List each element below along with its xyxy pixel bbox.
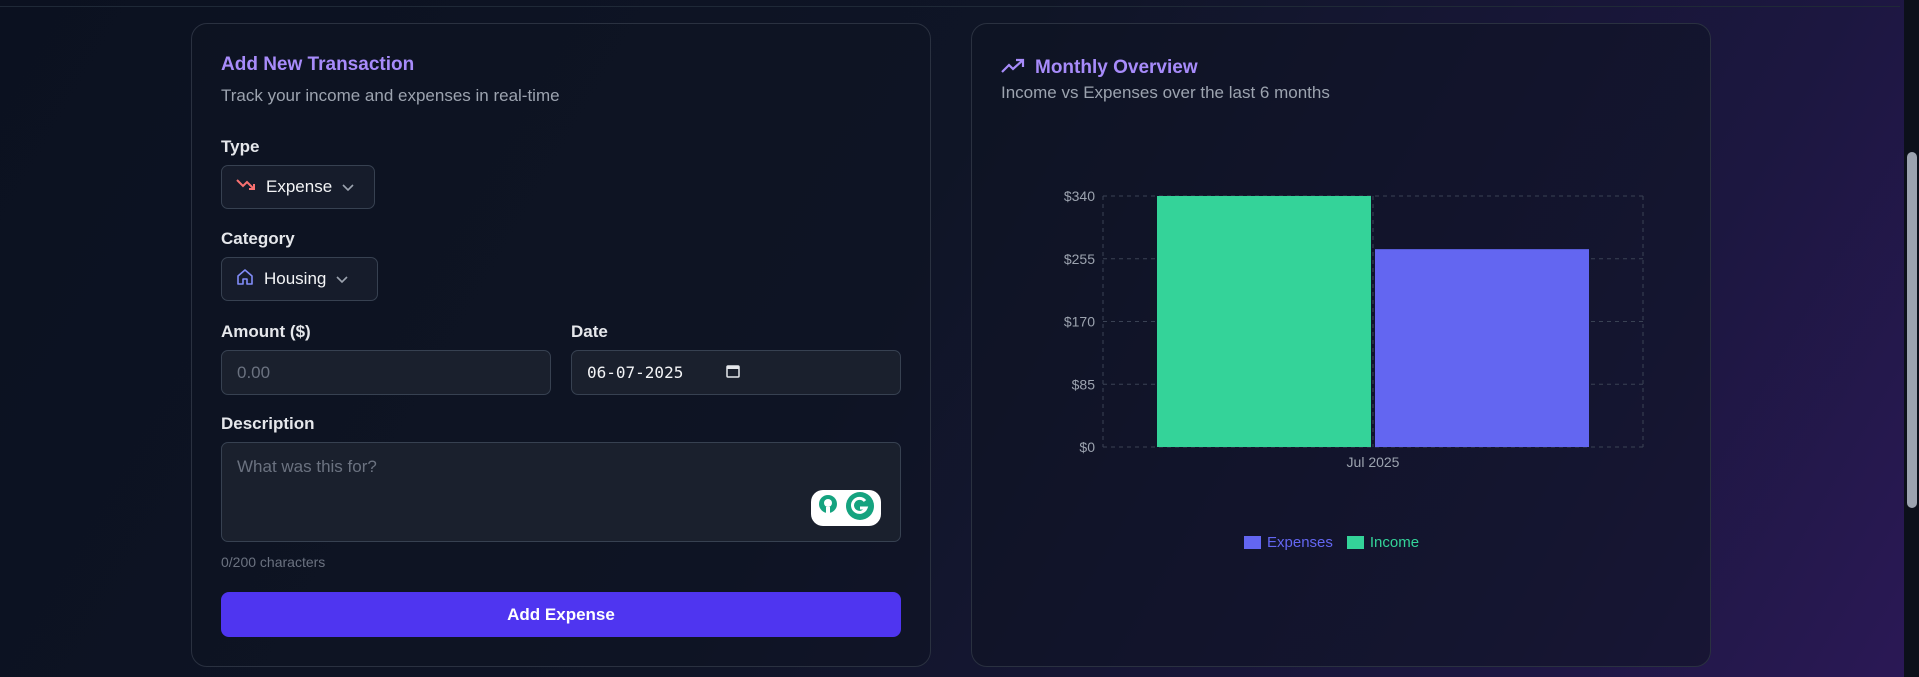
- trending-down-icon: [236, 177, 256, 198]
- category-label: Category: [221, 229, 295, 248]
- type-label: Type: [221, 137, 260, 156]
- card-subtitle: Track your income and expenses in real-t…: [221, 86, 560, 105]
- monthly-overview-card: Monthly Overview Income vs Expenses over…: [971, 23, 1711, 667]
- home-icon: [236, 268, 254, 291]
- category-select[interactable]: Housing: [221, 257, 378, 301]
- card-title: Add New Transaction: [221, 54, 415, 75]
- description-label: Description: [221, 414, 315, 433]
- category-select-value: Housing: [264, 269, 327, 288]
- character-count: 0/200 characters: [221, 554, 326, 570]
- chart-legend: Expenses Income: [1244, 534, 1419, 551]
- date-label: Date: [571, 322, 608, 341]
- type-select[interactable]: Expense: [221, 165, 375, 209]
- grammarly-icon: [845, 491, 875, 526]
- y-tick-label: $170: [1064, 314, 1095, 330]
- calendar-icon[interactable]: [726, 363, 740, 383]
- date-value: 06-07-2025: [587, 363, 684, 382]
- y-tick-label: $85: [1072, 376, 1096, 392]
- bar-expenses: [1375, 249, 1589, 447]
- add-transaction-card: Add New Transaction Track your income an…: [191, 23, 931, 667]
- y-tick-label: $255: [1064, 251, 1095, 267]
- lightbulb-icon: [817, 494, 839, 523]
- amount-label: Amount ($): [221, 322, 311, 341]
- date-input[interactable]: 06-07-2025: [571, 350, 901, 395]
- type-select-value: Expense: [266, 177, 333, 196]
- header-divider: [0, 6, 1900, 7]
- bar-income: [1157, 196, 1371, 447]
- legend-item[interactable]: Income: [1346, 534, 1420, 551]
- amount-input[interactable]: [221, 350, 551, 395]
- x-tick-label: Jul 2025: [1347, 454, 1400, 470]
- bar-chart: $0 $85 $170 $255 $340 Jul 2025: [1064, 188, 1644, 470]
- legend-label: Income: [1369, 534, 1420, 551]
- legend-item[interactable]: Expenses: [1244, 534, 1333, 551]
- scrollbar[interactable]: [1904, 0, 1919, 677]
- legend-swatch: [1244, 536, 1261, 549]
- chevron-down-icon: [336, 269, 348, 289]
- y-tick-label: $340: [1064, 188, 1095, 204]
- add-expense-button[interactable]: Add Expense: [221, 592, 901, 637]
- legend-swatch: [1346, 536, 1364, 549]
- grammarly-widget[interactable]: [811, 490, 881, 526]
- chevron-down-icon: [342, 177, 354, 197]
- y-tick-label: $0: [1079, 439, 1095, 455]
- description-textarea[interactable]: [221, 442, 901, 542]
- legend-label: Expenses: [1267, 534, 1333, 551]
- scrollbar-thumb[interactable]: [1907, 152, 1917, 508]
